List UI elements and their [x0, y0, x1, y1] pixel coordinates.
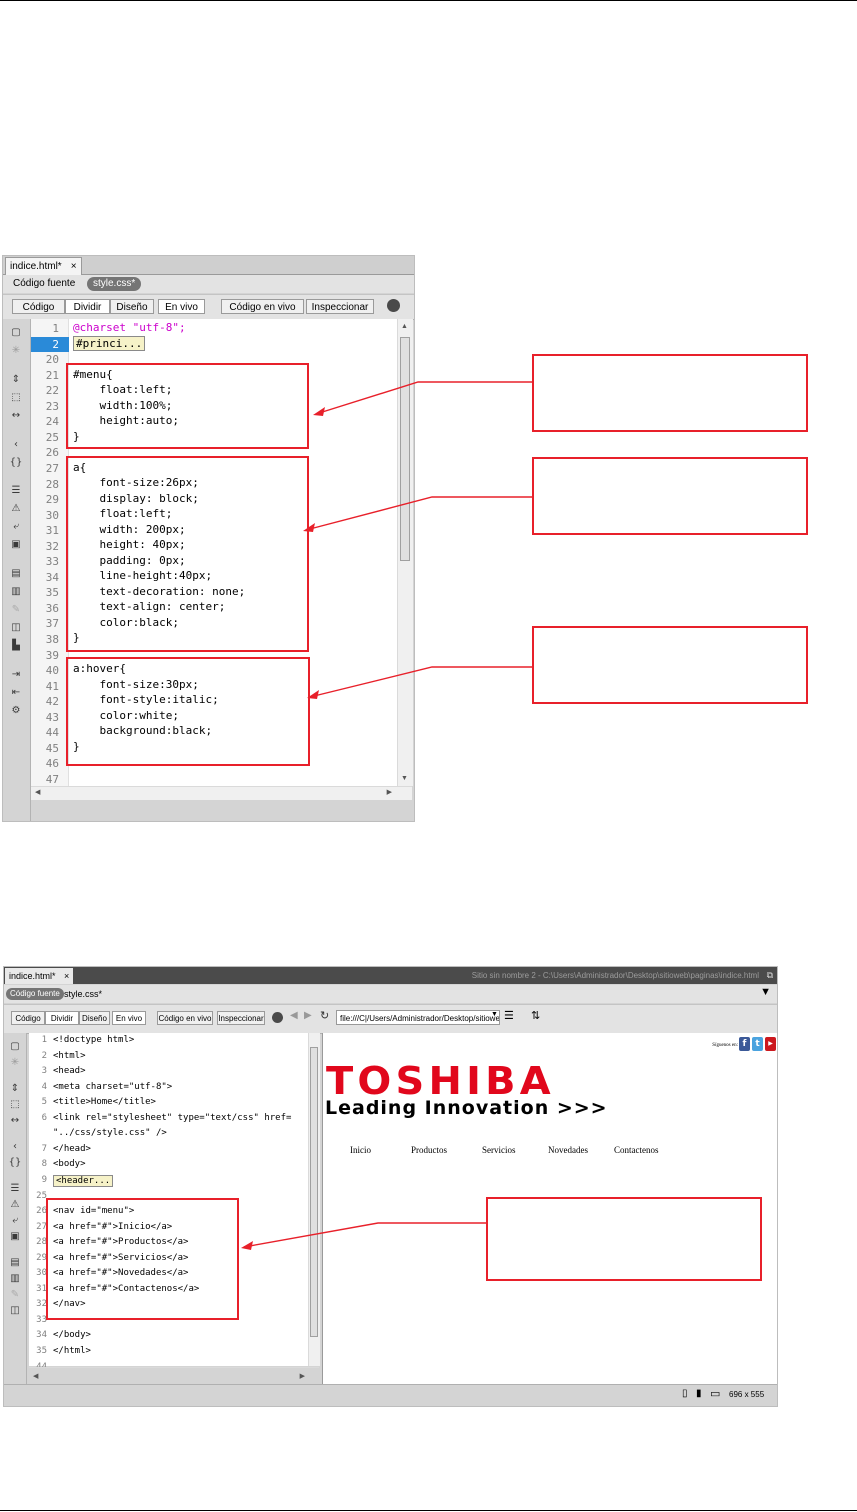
arrow-2-head — [303, 523, 315, 532]
arrow-3-head — [307, 690, 319, 699]
arrow-3 — [309, 666, 532, 698]
arrow-1 — [315, 381, 532, 415]
arrow-2 — [305, 496, 532, 531]
arrow-4-head — [241, 1241, 253, 1250]
arrow-4 — [243, 1222, 486, 1248]
annotation-arrows — [241, 381, 532, 1250]
arrow-1-head — [313, 407, 325, 416]
